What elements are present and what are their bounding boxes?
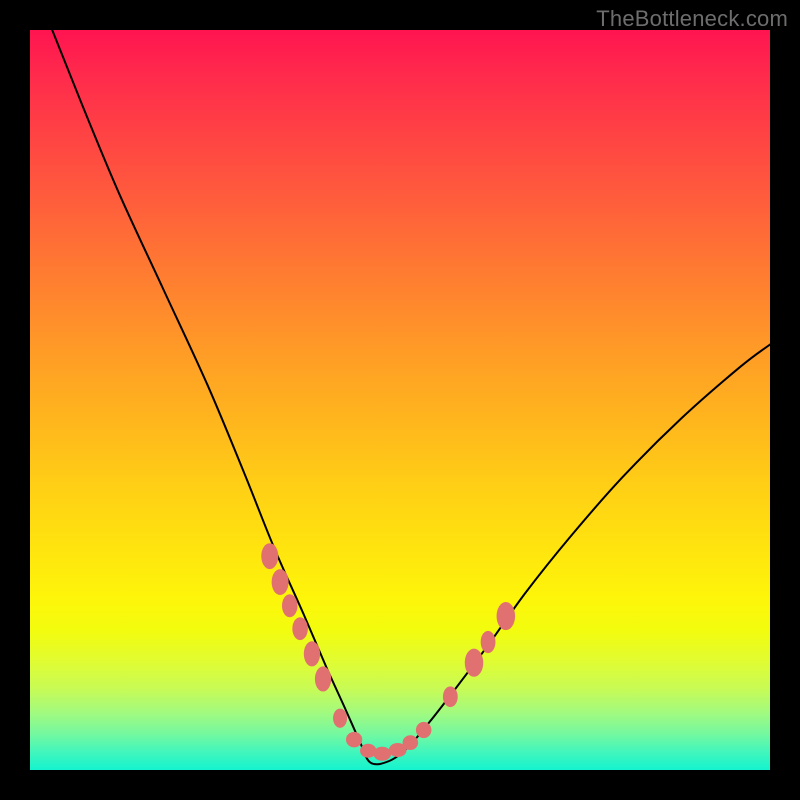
- dot-trough-5: [403, 735, 419, 750]
- dot-right-branch-3: [497, 602, 516, 630]
- curve-path: [30, 30, 770, 764]
- dot-right-branch-2: [481, 631, 496, 653]
- dot-trough-1: [346, 732, 362, 748]
- dot-trough-2: [360, 744, 376, 758]
- dot-right-branch-1: [465, 649, 484, 677]
- dot-left-branch-5: [315, 666, 331, 691]
- dot-right-branch-0: [443, 686, 458, 707]
- dot-left-branch-0: [261, 543, 278, 569]
- dot-trough-0: [333, 709, 347, 728]
- dot-left-branch-3: [292, 617, 308, 640]
- plot-area: [30, 30, 770, 770]
- dot-trough-4: [389, 743, 407, 757]
- dot-trough-3: [373, 747, 391, 761]
- dot-trough-6: [416, 722, 432, 738]
- dot-left-branch-2: [282, 594, 298, 617]
- chart-root: TheBottleneck.com: [0, 0, 800, 800]
- dot-left-branch-1: [272, 569, 289, 595]
- dot-left-branch-4: [304, 641, 320, 666]
- curve-layer: [30, 30, 770, 770]
- dots-layer: [30, 30, 770, 770]
- watermark: TheBottleneck.com: [596, 6, 788, 32]
